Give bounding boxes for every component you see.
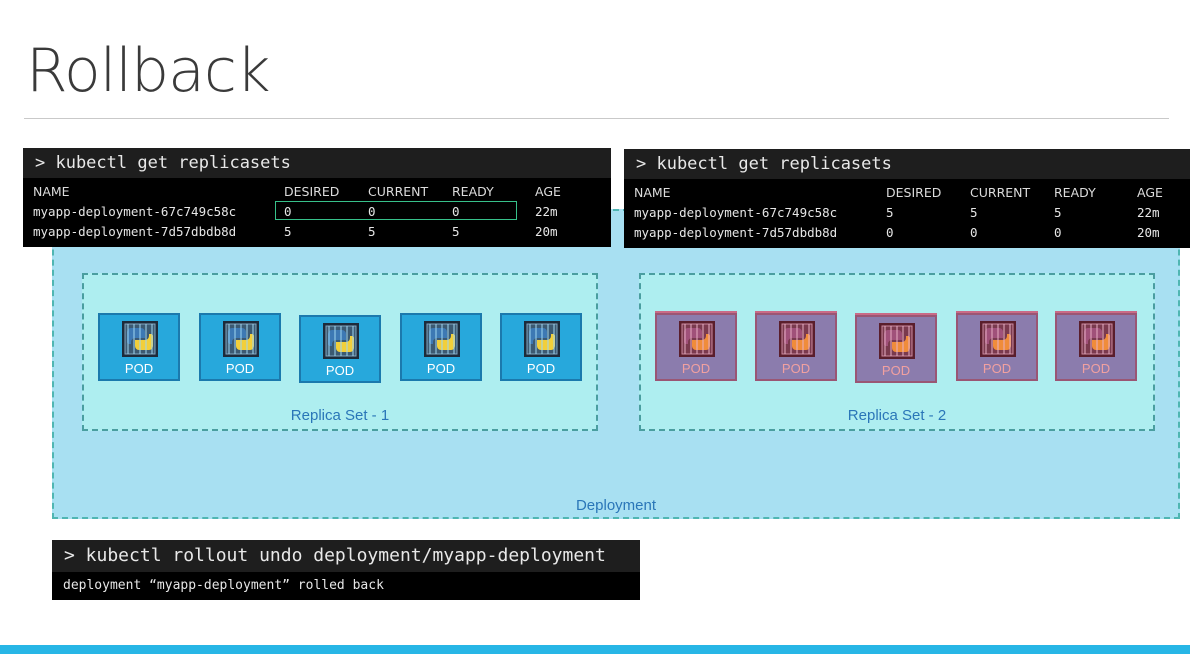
python-container-icon [980, 321, 1016, 357]
python-container-icon [1079, 321, 1115, 357]
column-header: NAME [33, 184, 70, 199]
pod-label: POD [1081, 361, 1111, 376]
python-container-icon [679, 321, 715, 357]
output-line: deployment “myapp-deployment” rolled bac… [52, 578, 640, 596]
replicaset-name: myapp-deployment-7d57dbdb8d [33, 224, 237, 239]
pod-label: POD [225, 361, 255, 376]
table-row: myapp-deployment-7d57dbdb8d 5 5 5 20m [23, 224, 611, 242]
pod: POD [98, 313, 180, 381]
deployment-label: Deployment [575, 497, 657, 514]
age-value: 20m [1137, 225, 1160, 240]
table-row: myapp-deployment-7d57dbdb8d 0 0 0 20m [624, 225, 1190, 243]
ready-value: 5 [452, 224, 460, 239]
column-header: DESIRED [284, 184, 340, 199]
table-header-row: NAME DESIRED CURRENT READY AGE [624, 185, 1190, 203]
python-container-icon [122, 321, 158, 357]
pod-label: POD [681, 361, 711, 376]
python-container-icon [524, 321, 560, 357]
column-header: READY [452, 184, 494, 199]
deployment-box: POD POD POD POD POD Replica Set - 1 POD … [52, 209, 1180, 519]
slide-title: Rollback [26, 36, 271, 106]
column-header: READY [1054, 185, 1096, 200]
column-header: CURRENT [368, 184, 429, 199]
desired-value: 0 [886, 225, 894, 240]
table-row: myapp-deployment-67c749c58c 5 5 5 22m [624, 205, 1190, 223]
pod-label: POD [982, 361, 1012, 376]
column-header: AGE [535, 184, 561, 199]
terminal-command: > kubectl get replicasets [23, 148, 611, 178]
pod: POD [956, 313, 1038, 381]
age-value: 22m [1137, 205, 1160, 220]
table-header-row: NAME DESIRED CURRENT READY AGE [23, 184, 611, 202]
pod: POD [755, 313, 837, 381]
desired-value: 5 [886, 205, 894, 220]
pod: POD [199, 313, 281, 381]
current-value: 5 [970, 205, 978, 220]
replicaset-1-label: Replica Set - 1 [290, 407, 390, 424]
python-container-icon [223, 321, 259, 357]
terminal-rollout-undo: > kubectl rollout undo deployment/myapp-… [52, 540, 640, 600]
python-container-icon [323, 323, 359, 359]
terminal-command: > kubectl get replicasets [624, 149, 1190, 179]
replicaset-2-label: Replica Set - 2 [847, 407, 947, 424]
pod-label: POD [124, 361, 154, 376]
replicaset-name: myapp-deployment-7d57dbdb8d [634, 225, 838, 240]
pod: POD [299, 315, 381, 383]
age-value: 20m [535, 224, 558, 239]
replicaset-name: myapp-deployment-67c749c58c [634, 205, 838, 220]
ready-value: 5 [1054, 205, 1062, 220]
pod: POD [1055, 313, 1137, 381]
pod: POD [400, 313, 482, 381]
pod-label: POD [526, 361, 556, 376]
column-header: NAME [634, 185, 671, 200]
pod-label: POD [325, 363, 355, 378]
accent-bar [0, 645, 1190, 654]
pod-label: POD [881, 363, 911, 378]
python-container-icon [424, 321, 460, 357]
pod: POD [855, 315, 937, 383]
ready-value: 0 [1054, 225, 1062, 240]
rollback-result: deployment “myapp-deployment” rolled bac… [63, 578, 384, 593]
python-container-icon [779, 321, 815, 357]
pod-label: POD [426, 361, 456, 376]
current-value: 5 [368, 224, 376, 239]
column-header: DESIRED [886, 185, 942, 200]
replicaset-1-box: POD POD POD POD POD Replica Set - 1 [82, 273, 598, 431]
terminal-command: > kubectl rollout undo deployment/myapp-… [52, 540, 640, 572]
age-value: 22m [535, 204, 558, 219]
highlight-box [275, 201, 517, 220]
pod-label: POD [781, 361, 811, 376]
desired-value: 5 [284, 224, 292, 239]
replicaset-name: myapp-deployment-67c749c58c [33, 204, 237, 219]
column-header: AGE [1137, 185, 1163, 200]
pod: POD [655, 313, 737, 381]
title-divider [24, 118, 1169, 119]
python-container-icon [879, 323, 915, 359]
pod: POD [500, 313, 582, 381]
current-value: 0 [970, 225, 978, 240]
replicaset-2-box: POD POD POD POD POD Replica Set - 2 [639, 273, 1155, 431]
column-header: CURRENT [970, 185, 1031, 200]
terminal-replicasets-before: > kubectl get replicasets NAME DESIRED C… [23, 148, 611, 247]
terminal-replicasets-after: > kubectl get replicasets NAME DESIRED C… [624, 149, 1190, 248]
